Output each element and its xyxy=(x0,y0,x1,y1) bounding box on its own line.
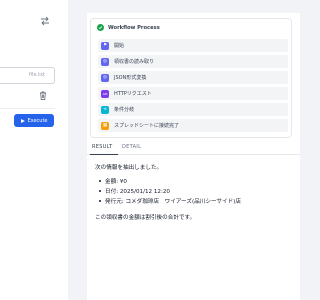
result-summary: この領収書の金額は割引後の合計です。 xyxy=(95,215,196,221)
api-icon: API xyxy=(101,89,109,98)
workflow-step[interactable]: ◎ 領収書の読み取り xyxy=(98,55,288,68)
list-item: 発行元: コメダ珈琲店 ワイアーズ(品川シーサイド)店 xyxy=(99,197,241,207)
workflow-step[interactable]: ⚑ 開始 xyxy=(98,39,288,52)
file-input[interactable]: file.txt xyxy=(0,67,55,84)
result-tabs: RESULT DETAIL xyxy=(87,141,300,155)
workflow-card: Workflow Process ⚑ 開始 ◎ 領収書の読み取り ◎ JSON形… xyxy=(90,18,292,138)
workflow-header: Workflow Process xyxy=(97,24,160,31)
swap-icon[interactable] xyxy=(40,16,50,26)
execute-button[interactable]: Execute xyxy=(14,114,54,127)
workflow-step[interactable]: API HTTPリクエスト xyxy=(98,87,288,100)
workflow-step[interactable]: ⋖ 条件分岐 xyxy=(98,103,288,116)
code-icon: ◎ xyxy=(101,73,109,82)
result-intro: 次の情報を抽出しました。 xyxy=(95,165,163,171)
divider xyxy=(0,108,55,109)
branch-icon: ⋖ xyxy=(101,105,109,114)
step-label: HTTPリクエスト xyxy=(114,91,152,97)
tab-detail[interactable]: DETAIL xyxy=(122,144,141,150)
workflow-step[interactable]: ▦ スプレッドシートに接続完了 xyxy=(98,119,288,132)
step-label: 開始 xyxy=(114,43,125,49)
step-label: 条件分岐 xyxy=(114,107,135,113)
play-icon xyxy=(20,118,25,123)
flag-icon: ⚑ xyxy=(101,41,109,50)
list-item: 日付: 2025/01/12 12:20 xyxy=(99,187,241,197)
file-input-placeholder: file.txt xyxy=(28,72,45,78)
right-panel: Workflow Process ⚑ 開始 ◎ 領収書の読み取り ◎ JSON形… xyxy=(87,13,300,300)
workflow-step[interactable]: ◎ JSON形式変換 xyxy=(98,71,288,84)
step-label: 領収書の読み取り xyxy=(114,59,155,65)
trash-icon[interactable] xyxy=(39,91,47,100)
list-item: 金額: ¥0 xyxy=(99,177,241,187)
execute-label: Execute xyxy=(27,117,48,124)
sheet-icon: ▦ xyxy=(101,121,109,130)
check-circle-icon xyxy=(97,24,104,31)
result-list: 金額: ¥0 日付: 2025/01/12 12:20 発行元: コメダ珈琲店 … xyxy=(99,177,241,207)
step-label: スプレッドシートに接続完了 xyxy=(114,123,180,129)
workflow-title: Workflow Process xyxy=(108,24,160,31)
left-panel: file.txt Execute xyxy=(0,0,68,300)
document-scan-icon: ◎ xyxy=(101,57,109,66)
tab-result[interactable]: RESULT xyxy=(92,144,112,150)
step-label: JSON形式変換 xyxy=(114,75,147,81)
active-tab-indicator xyxy=(90,154,118,155)
